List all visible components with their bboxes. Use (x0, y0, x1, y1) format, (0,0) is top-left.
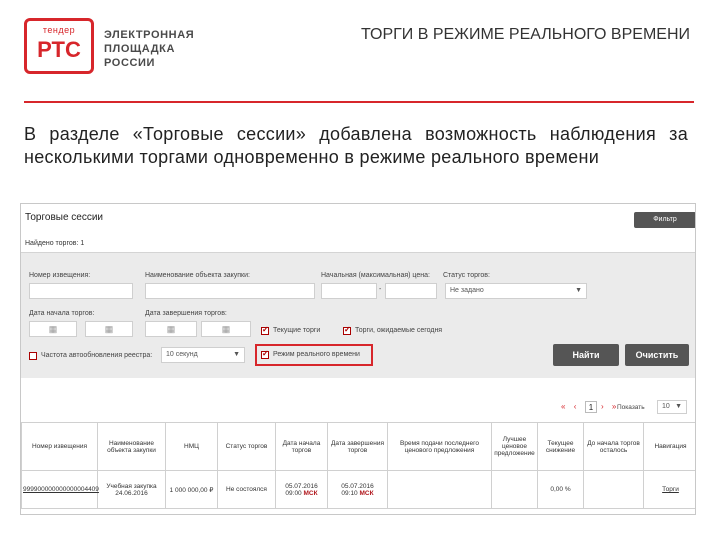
status-cell: Не состоялся (217, 470, 276, 509)
show-label: Показать (617, 404, 645, 411)
per-page-value: 10 (662, 403, 670, 410)
clear-button[interactable]: Очистить (625, 344, 689, 366)
column-header[interactable]: Текущее снижение (537, 422, 584, 471)
end-date-from-input[interactable]: ▦ (145, 321, 197, 337)
end-date-cell: 05.07.2016 09:10 МСК (327, 470, 388, 509)
find-button[interactable]: Найти (553, 344, 619, 366)
next-page-icon[interactable]: › (601, 402, 604, 411)
logo-caption-line-2: ПЛОЩАДКА (104, 43, 176, 55)
best-offer-cell (491, 470, 538, 509)
panel-title: Торговые сессии (25, 212, 104, 223)
current-trades-checkbox[interactable] (261, 325, 269, 335)
logo-caption-line-1: ЭЛЕКТРОННАЯ (104, 29, 195, 41)
found-count: Найдено торгов: 1 (25, 240, 85, 247)
end-date-label: Дата завершения торгов: (145, 310, 227, 317)
calendar-icon[interactable]: ▦ (105, 324, 114, 334)
current-page-box[interactable]: 1 (585, 401, 597, 413)
trades-table: Номер извещения Наименование объекта зак… (21, 422, 695, 509)
start-date-from-input[interactable]: ▦ (29, 321, 77, 337)
logo-small-text: тендер (42, 25, 76, 35)
column-header[interactable]: Наименование объекта закупки (97, 422, 166, 471)
last-bid-time-cell (387, 470, 492, 509)
notice-number-input[interactable] (29, 283, 133, 299)
reduction-cell: 0,00 % (537, 470, 584, 509)
today-trades-checkbox[interactable] (343, 325, 351, 335)
column-header[interactable]: До начала торгов осталось (583, 422, 644, 471)
chevron-down-icon: ▼ (675, 403, 682, 410)
realtime-label: Режим реального времени (273, 351, 360, 358)
logo-big-text: РТС (37, 37, 81, 62)
realtime-checkbox[interactable] (261, 349, 269, 359)
today-trades-label: Торги, ожидаемые сегодня (355, 327, 443, 334)
filter-button[interactable]: Фильтр (634, 212, 695, 228)
refresh-rate-value: 10 секунд (166, 351, 198, 358)
timezone-label: МСК (359, 489, 374, 497)
title-divider (24, 101, 694, 103)
column-header[interactable]: Лучшее ценовое предложение (491, 422, 538, 471)
refresh-rate-checkbox[interactable] (29, 352, 37, 360)
end-date-value: 05.07.2016 (341, 482, 374, 490)
time-left-cell (583, 470, 644, 509)
object-name-cell: Учебная закупка 24.06.2016 (97, 470, 166, 509)
chevron-down-icon: ▼ (575, 287, 582, 294)
refresh-rate-label: Частота автообновления реестра: (41, 352, 153, 359)
column-header[interactable]: Навигация (643, 422, 695, 471)
status-select[interactable]: Не задано ▼ (445, 283, 587, 299)
status-label: Статус торгов: (443, 272, 490, 279)
start-date-label: Дата начала торгов: (29, 310, 95, 317)
column-header[interactable]: Дата завершения торгов (327, 422, 388, 471)
logo: тендер РТС (24, 18, 94, 74)
start-date-cell: 05.07.2016 09:00 МСК (275, 470, 328, 509)
pagination: « ‹ (561, 402, 576, 411)
calendar-icon[interactable]: ▦ (49, 324, 58, 334)
trading-sessions-panel: Торговые сессии Фильтр Найдено торгов: 1… (20, 203, 696, 515)
start-date-value: 05.07.2016 (285, 482, 318, 490)
price-to-input[interactable] (385, 283, 437, 299)
logo-caption: ЭЛЕКТРОННАЯ ПЛОЩАДКА РОССИИ (104, 28, 194, 70)
refresh-rate-select[interactable]: 10 секунд ▼ (161, 347, 245, 363)
pagination-next: › » (601, 402, 616, 411)
page-title: ТОРГИ В РЕЖИМЕ РЕАЛЬНОГО ВРЕМЕНИ (360, 26, 690, 43)
logo-caption-line-3: РОССИИ (104, 57, 156, 69)
timezone-label: МСК (303, 489, 318, 497)
last-page-icon[interactable]: » (612, 402, 616, 411)
column-header[interactable]: Номер извещения (21, 422, 98, 471)
per-page-select[interactable]: 10 ▼ (657, 400, 687, 414)
start-date-to-input[interactable]: ▦ (85, 321, 133, 337)
column-header[interactable]: Время подачи последнего ценового предлож… (387, 422, 492, 471)
calendar-icon[interactable]: ▦ (222, 324, 231, 334)
current-trades-label: Текущие торги (273, 327, 321, 334)
start-time-value: 09:00 (285, 489, 302, 497)
column-header[interactable]: Статус торгов (217, 422, 276, 471)
object-name-input[interactable] (145, 283, 315, 299)
first-page-icon[interactable]: « (561, 402, 565, 411)
nmc-cell: 1 000 000,00 ₽ (165, 470, 218, 509)
description-text: В разделе «Торговые сессии» добавлена во… (24, 124, 688, 167)
notice-number-link[interactable]: 999900000000000004409 (21, 470, 99, 509)
end-date-to-input[interactable]: ▦ (201, 321, 251, 337)
object-name-label: Наименование объекта закупки: (145, 272, 250, 279)
price-label: Начальная (максимальная) цена: (321, 272, 430, 279)
price-dash: - (379, 286, 382, 293)
table-header-row: Номер извещения Наименование объекта зак… (21, 422, 695, 471)
calendar-icon[interactable]: ▦ (167, 324, 176, 334)
column-header[interactable]: Дата начала торгов (275, 422, 328, 471)
nav-link[interactable]: Торги (643, 470, 695, 509)
notice-number-label: Номер извещения: (29, 272, 91, 279)
price-from-input[interactable] (321, 283, 377, 299)
chevron-down-icon: ▼ (233, 351, 240, 358)
status-select-value: Не задано (450, 287, 484, 294)
column-header[interactable]: НМЦ (165, 422, 218, 471)
filter-area: Номер извещения: Наименование объекта за… (21, 252, 695, 378)
prev-page-icon[interactable]: ‹ (574, 402, 577, 411)
table-row: 999900000000000004409 Учебная закупка 24… (21, 470, 695, 509)
end-time-value: 09:10 (341, 489, 358, 497)
